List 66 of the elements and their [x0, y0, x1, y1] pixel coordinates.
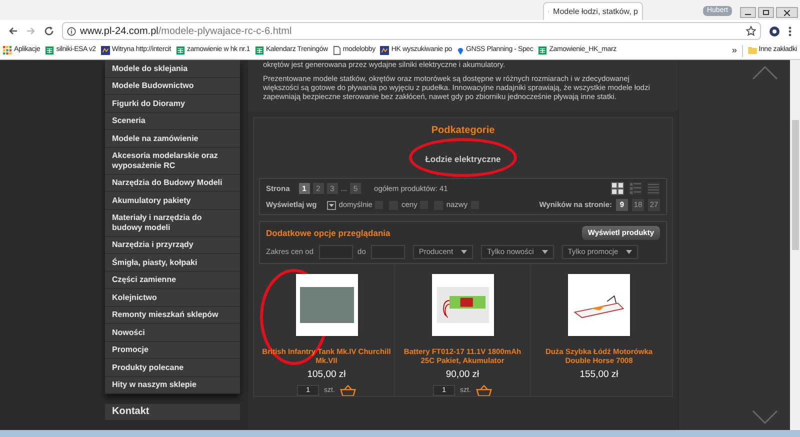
- basket-icon[interactable]: [476, 385, 492, 396]
- site-icon: [380, 46, 390, 55]
- category-link[interactable]: Akumulatory pakiety: [105, 192, 240, 210]
- product-price: 105,00 zł: [307, 368, 346, 382]
- back-arrow-icon[interactable]: [8, 26, 18, 36]
- scroll-up-chevron-icon[interactable]: [752, 66, 778, 80]
- subcategories-heading: Podkategorie: [430, 124, 496, 138]
- subcategory-link[interactable]: Łodzie elektryczne: [425, 154, 501, 164]
- product-thumbnail[interactable]: [568, 274, 630, 336]
- category-link[interactable]: Hity w naszym sklepie: [105, 376, 240, 394]
- spreadsheet-icon: [254, 46, 264, 55]
- spreadsheet-icon: [538, 46, 548, 55]
- close-button[interactable]: [776, 7, 798, 18]
- scroll-down-chevron-icon[interactable]: [752, 410, 778, 424]
- address-bar[interactable]: www.pl-24.com.pl/modele-plywajace-rc-c-6.html: [62, 22, 761, 40]
- product-thumbnail[interactable]: [432, 274, 494, 336]
- maximize-button[interactable]: [758, 7, 774, 18]
- minimize-button[interactable]: [740, 7, 756, 18]
- map-pin-icon: [456, 46, 464, 55]
- category-link[interactable]: Promocje: [105, 342, 240, 359]
- star-icon[interactable]: [746, 26, 756, 36]
- product-thumbnail[interactable]: [296, 274, 358, 336]
- photo-placeholder: [300, 287, 354, 323]
- category-link[interactable]: Śmigła, piasty, kołpaki: [105, 254, 240, 272]
- spreadsheet-icon: [176, 46, 186, 55]
- info-icon: [67, 26, 76, 36]
- category-link[interactable]: Nowości: [105, 324, 240, 342]
- caret-icon: [542, 250, 548, 254]
- category-link[interactable]: Modele do sklejania: [105, 60, 240, 78]
- grid-view-icon[interactable]: [611, 182, 624, 195]
- reload-icon[interactable]: [44, 26, 54, 36]
- category-link[interactable]: Figurki do Dioramy: [105, 95, 240, 112]
- battery-pack-drawing: [436, 287, 490, 323]
- product-price: 90,00 zł: [446, 368, 480, 382]
- category-link[interactable]: Produkty polecane: [105, 359, 240, 376]
- site-icon: [100, 46, 110, 55]
- menu-icon[interactable]: [788, 26, 792, 36]
- caret-icon: [461, 250, 468, 254]
- contact-header: Kontakt: [105, 404, 240, 420]
- category-link[interactable]: Remonty mieszkań sklepów: [105, 306, 240, 324]
- basket-icon[interactable]: [340, 385, 356, 396]
- category-link[interactable]: Sceneria: [105, 112, 240, 130]
- spreadsheet-icon: [45, 46, 54, 55]
- price-from-field[interactable]: [318, 245, 353, 259]
- category-link[interactable]: Części zamienne: [105, 272, 240, 289]
- sort-toggle[interactable]: [326, 200, 336, 210]
- category-link[interactable]: Narzędzia i przyrządy: [105, 236, 240, 254]
- category-link[interactable]: Modele na zamówienie: [105, 130, 240, 148]
- category-link[interactable]: Materiały i narzędzia do budowy modeli: [105, 210, 240, 236]
- category-link[interactable]: Kolejnictwo: [105, 289, 240, 306]
- category-link[interactable]: Modele Budownictwo: [105, 78, 240, 95]
- caret-icon: [328, 204, 334, 206]
- product-price: 155,00 zł: [580, 368, 618, 382]
- extension-icon[interactable]: [769, 26, 780, 36]
- folder-icon: [748, 47, 757, 54]
- scrollbar[interactable]: [790, 60, 800, 430]
- filter-heading: Dodatkowe opcje przeglądania: [266, 226, 390, 240]
- category-link[interactable]: Akcesoria modelarskie oraz wyposażenie RC: [105, 148, 240, 174]
- apps-grid-icon: [3, 46, 12, 55]
- more-bookmarks-button[interactable]: »: [732, 44, 737, 58]
- browser-tab[interactable]: Modele łodzi, statków, p: [542, 2, 643, 20]
- price-to-field[interactable]: [370, 245, 405, 259]
- category-link[interactable]: Narzędzia do Budowy Modeli: [105, 174, 240, 192]
- close-icon: [784, 10, 790, 16]
- page-icon: [332, 46, 341, 55]
- caret-icon: [626, 250, 632, 254]
